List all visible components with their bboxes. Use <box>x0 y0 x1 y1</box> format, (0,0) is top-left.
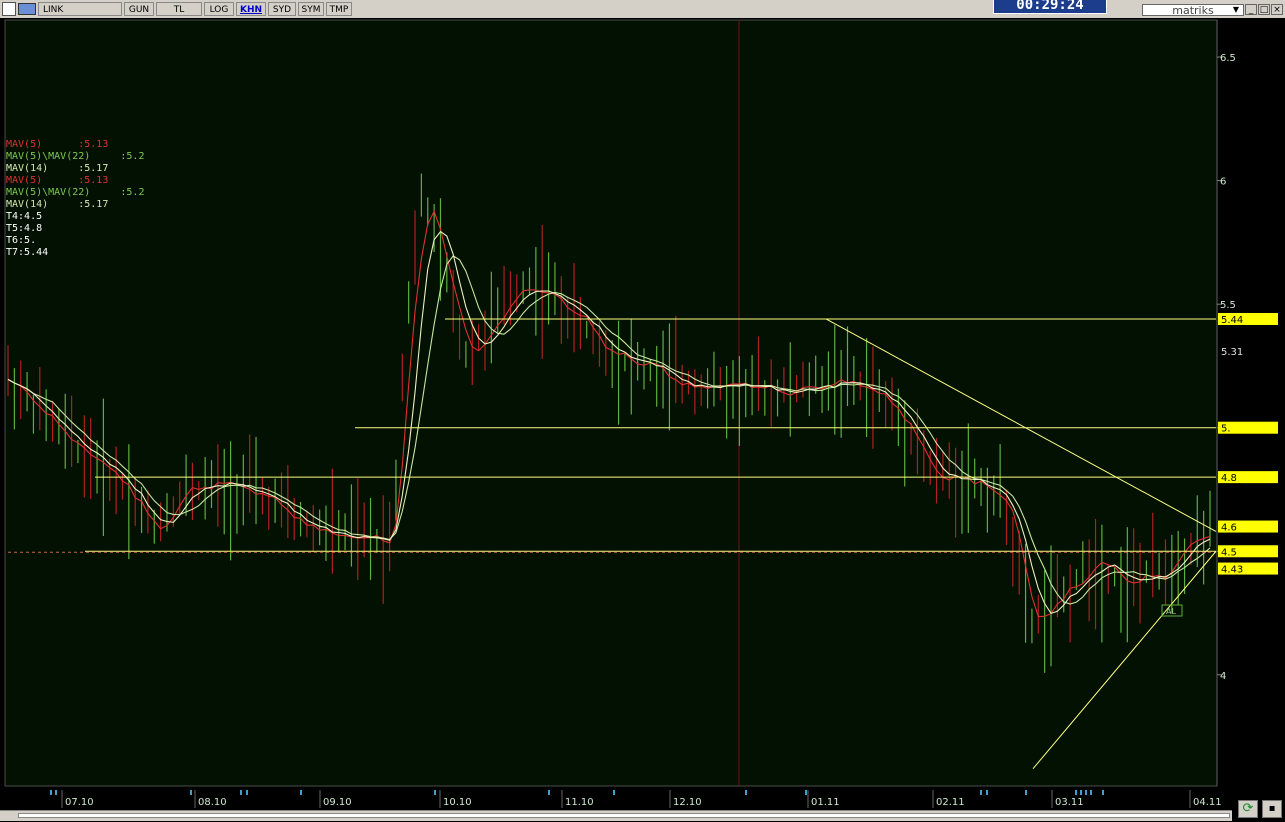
refresh-icon[interactable]: ⟳ <box>1238 800 1258 818</box>
horizontal-scrollbar[interactable] <box>0 810 1232 821</box>
y-tick-label: 6 <box>1220 177 1226 188</box>
x-tick-label: 12.10 <box>673 797 702 808</box>
event-marker <box>240 790 242 795</box>
tl-button[interactable]: TL <box>156 2 202 16</box>
flag-icon[interactable] <box>18 3 36 15</box>
y-tick-label: 4 <box>1220 671 1226 682</box>
clock-display: 00:29:24 <box>993 0 1107 14</box>
legend-entry: MAV(5)\MAV(22) :5.2 <box>6 151 145 162</box>
event-marker <box>980 790 982 795</box>
x-tick-label: 09.10 <box>323 797 352 808</box>
event-marker <box>55 790 57 795</box>
event-marker <box>613 790 615 795</box>
price-badge-label: 5.44 <box>1221 315 1243 326</box>
y-axis-panel <box>1218 20 1278 786</box>
gun-button[interactable]: GUN <box>124 2 154 16</box>
chart-canvas[interactable]: 6.565.554.54 5.445.315.4.84.64.54.43 AL <box>0 18 1285 788</box>
chart-menu-icon[interactable] <box>2 2 16 16</box>
event-marker <box>1025 790 1027 795</box>
minimize-button[interactable]: _ <box>1245 4 1257 15</box>
x-tick-label: 04.11 <box>1193 797 1222 808</box>
log-button[interactable]: LOG <box>204 2 234 16</box>
x-tick-label: 02.11 <box>936 797 965 808</box>
event-marker <box>805 790 807 795</box>
event-marker <box>745 790 747 795</box>
x-tick-label: 08.10 <box>198 797 227 808</box>
x-axis-bg <box>0 788 1285 810</box>
x-tick-label: 07.10 <box>65 797 94 808</box>
event-marker <box>434 790 436 795</box>
x-tick-label: 11.10 <box>565 797 594 808</box>
price-badge-label: 4.8 <box>1221 473 1237 484</box>
legend-entry: T7:5.44 <box>6 247 49 258</box>
plot-area <box>4 19 1218 787</box>
price-badge-label: 4.5 <box>1221 547 1237 558</box>
x-tick-label: 10.10 <box>443 797 472 808</box>
maximize-button[interactable]: □ <box>1258 4 1270 15</box>
legend-entry: MAV(5)\MAV(22) :5.2 <box>6 187 145 198</box>
price-badge-label: 4.43 <box>1221 565 1243 576</box>
syd-button[interactable]: SYD <box>268 2 296 16</box>
event-marker <box>190 790 192 795</box>
event-marker <box>986 790 988 795</box>
tmp-button[interactable]: TMP <box>326 2 352 16</box>
event-marker <box>246 790 248 795</box>
chevron-down-icon[interactable]: ▼ <box>1230 5 1242 15</box>
event-marker <box>1090 790 1092 795</box>
link-button[interactable]: LINK <box>38 2 122 16</box>
y-tick-label: 6.5 <box>1220 53 1236 64</box>
corner-button[interactable]: ▪ <box>1262 800 1282 818</box>
price-badge-label: 4.6 <box>1221 523 1237 534</box>
legend-entry: MAV(14) :5.17 <box>6 199 109 210</box>
close-button[interactable]: × <box>1271 4 1283 15</box>
khn-button[interactable]: KHN <box>236 2 266 16</box>
legend-entry: T5:4.8 <box>6 223 43 234</box>
scroll-track[interactable] <box>18 813 1230 818</box>
indicator-legend: MAV(5) :5.13 MAV(5)\MAV(22) :5.2 MAV(14) :… <box>6 139 144 259</box>
event-marker <box>1080 790 1082 795</box>
event-marker <box>300 790 302 795</box>
legend-entry: MAV(5) :5.13 <box>6 139 109 150</box>
x-tick-label: 01.11 <box>811 797 840 808</box>
event-marker <box>1085 790 1087 795</box>
y-tick-label: 5.5 <box>1220 300 1236 311</box>
legend-entry: T6:5. <box>6 235 37 246</box>
event-marker <box>50 790 52 795</box>
legend-entry: MAV(5) :5.13 <box>6 175 109 186</box>
price-chart[interactable]: 6.565.554.54 5.445.315.4.84.64.54.43 AL … <box>0 18 1285 788</box>
price-badge-label: 5. <box>1221 424 1231 435</box>
x-tick-label: 03.11 <box>1055 797 1084 808</box>
x-axis-canvas: 07.10 08.10 09.10 10.10 11.10 12.10 01.11 02.11… <box>0 788 1285 810</box>
price-badge-label: 5.31 <box>1221 347 1243 358</box>
signal-label: AL <box>1166 607 1176 616</box>
matriks-logo[interactable]: matriks <box>1142 4 1244 16</box>
legend-entry: T4:4.5 <box>6 211 43 222</box>
chart-toolbar: LINK GUN TL LOG KHN SYD SYM TMP 00:29:24… <box>0 0 1285 19</box>
event-marker <box>1075 790 1077 795</box>
event-marker <box>548 790 550 795</box>
event-marker <box>1102 790 1104 795</box>
sym-button[interactable]: SYM <box>298 2 324 16</box>
legend-entry: MAV(14) :5.17 <box>6 163 109 174</box>
